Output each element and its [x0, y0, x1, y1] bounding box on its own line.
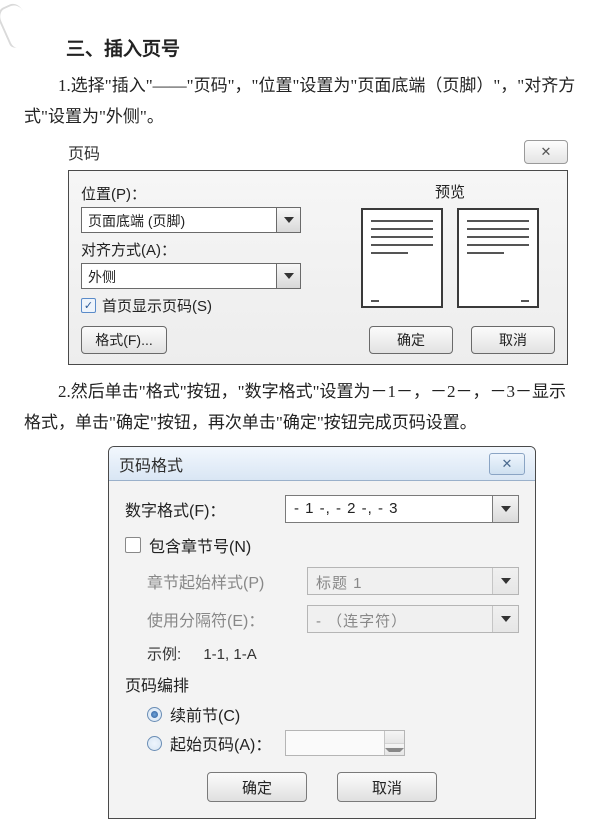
cancel-button[interactable]: 取消 — [337, 772, 437, 802]
number-format-combo[interactable]: - 1 -, - 2 -, - 3 — [285, 495, 519, 523]
position-combo[interactable]: 页面底端 (页脚) — [81, 207, 301, 233]
ok-button[interactable]: 确定 — [369, 326, 453, 354]
preview-page-left — [361, 208, 443, 308]
preview-label: 预览 — [345, 181, 555, 202]
number-format-label: 数字格式(F)： — [125, 497, 285, 521]
dialog2-title: 页码格式 — [119, 452, 183, 476]
continue-label: 续前节(C) — [170, 702, 240, 726]
example-label: 示例: — [147, 646, 181, 663]
close-icon: ✕ — [502, 456, 513, 472]
include-chapter-checkbox[interactable] — [125, 537, 141, 553]
separator-label: 使用分隔符(E)： — [147, 607, 307, 631]
preview-page-right — [457, 208, 539, 308]
firstpage-checkbox[interactable]: ✓ — [81, 298, 96, 313]
separator-value: - （连字符） — [308, 606, 492, 632]
startat-input[interactable] — [285, 730, 405, 756]
section-heading: 三、插入页号 — [66, 34, 576, 61]
dropdown-icon — [492, 606, 518, 632]
dropdown-icon — [492, 496, 518, 522]
chapter-style-label: 章节起始样式(P) — [147, 569, 307, 593]
spinner-up-icon[interactable] — [385, 731, 404, 744]
align-combo[interactable]: 外侧 — [81, 263, 301, 289]
paperclip-decoration — [0, 1, 35, 50]
numbering-group-title: 页码编排 — [125, 672, 519, 696]
continue-radio[interactable] — [147, 707, 162, 722]
startat-label: 起始页码(A)： — [170, 731, 271, 755]
cancel-button[interactable]: 取消 — [471, 326, 555, 354]
format-button[interactable]: 格式(F)... — [81, 326, 167, 354]
page-number-format-dialog: 页码格式 ✕ 数字格式(F)： - 1 -, - 2 -, - 3 包含章节号(… — [108, 446, 536, 819]
close-button[interactable]: ✕ — [489, 453, 525, 475]
position-value: 页面底端 (页脚) — [82, 208, 276, 232]
paragraph-2: 2.然后单击"格式"按钮，"数字格式"设置为－1－，－2－，－3－显示格式，单击… — [24, 377, 576, 438]
close-icon: ✕ — [541, 144, 552, 160]
paragraph-1: 1.选择"插入"——"页码"，"位置"设置为"页面底端（页脚）"，"对齐方式"设… — [24, 71, 576, 132]
dropdown-icon — [492, 568, 518, 594]
ok-button[interactable]: 确定 — [207, 772, 307, 802]
separator-combo: - （连字符） — [307, 605, 519, 633]
dialog1-title: 页码 — [68, 140, 100, 164]
align-value: 外侧 — [82, 264, 276, 288]
number-format-value: - 1 -, - 2 -, - 3 — [286, 496, 492, 522]
firstpage-label: 首页显示页码(S) — [102, 295, 212, 316]
example-value: 1-1, 1-A — [203, 646, 256, 663]
align-label: 对齐方式(A)： — [81, 239, 335, 260]
page-number-dialog: 页码 ✕ 位置(P)： 页面底端 (页脚) 对齐方式(A)： 外侧 — [68, 140, 568, 365]
dropdown-icon — [276, 208, 300, 232]
spinner-down-icon[interactable] — [385, 744, 404, 756]
close-button[interactable]: ✕ — [524, 140, 568, 164]
startat-radio[interactable] — [147, 736, 162, 751]
chapter-style-combo: 标题 1 — [307, 567, 519, 595]
include-chapter-label: 包含章节号(N) — [149, 533, 251, 557]
position-label: 位置(P)： — [81, 183, 335, 204]
chapter-style-value: 标题 1 — [308, 568, 492, 594]
dropdown-icon — [276, 264, 300, 288]
